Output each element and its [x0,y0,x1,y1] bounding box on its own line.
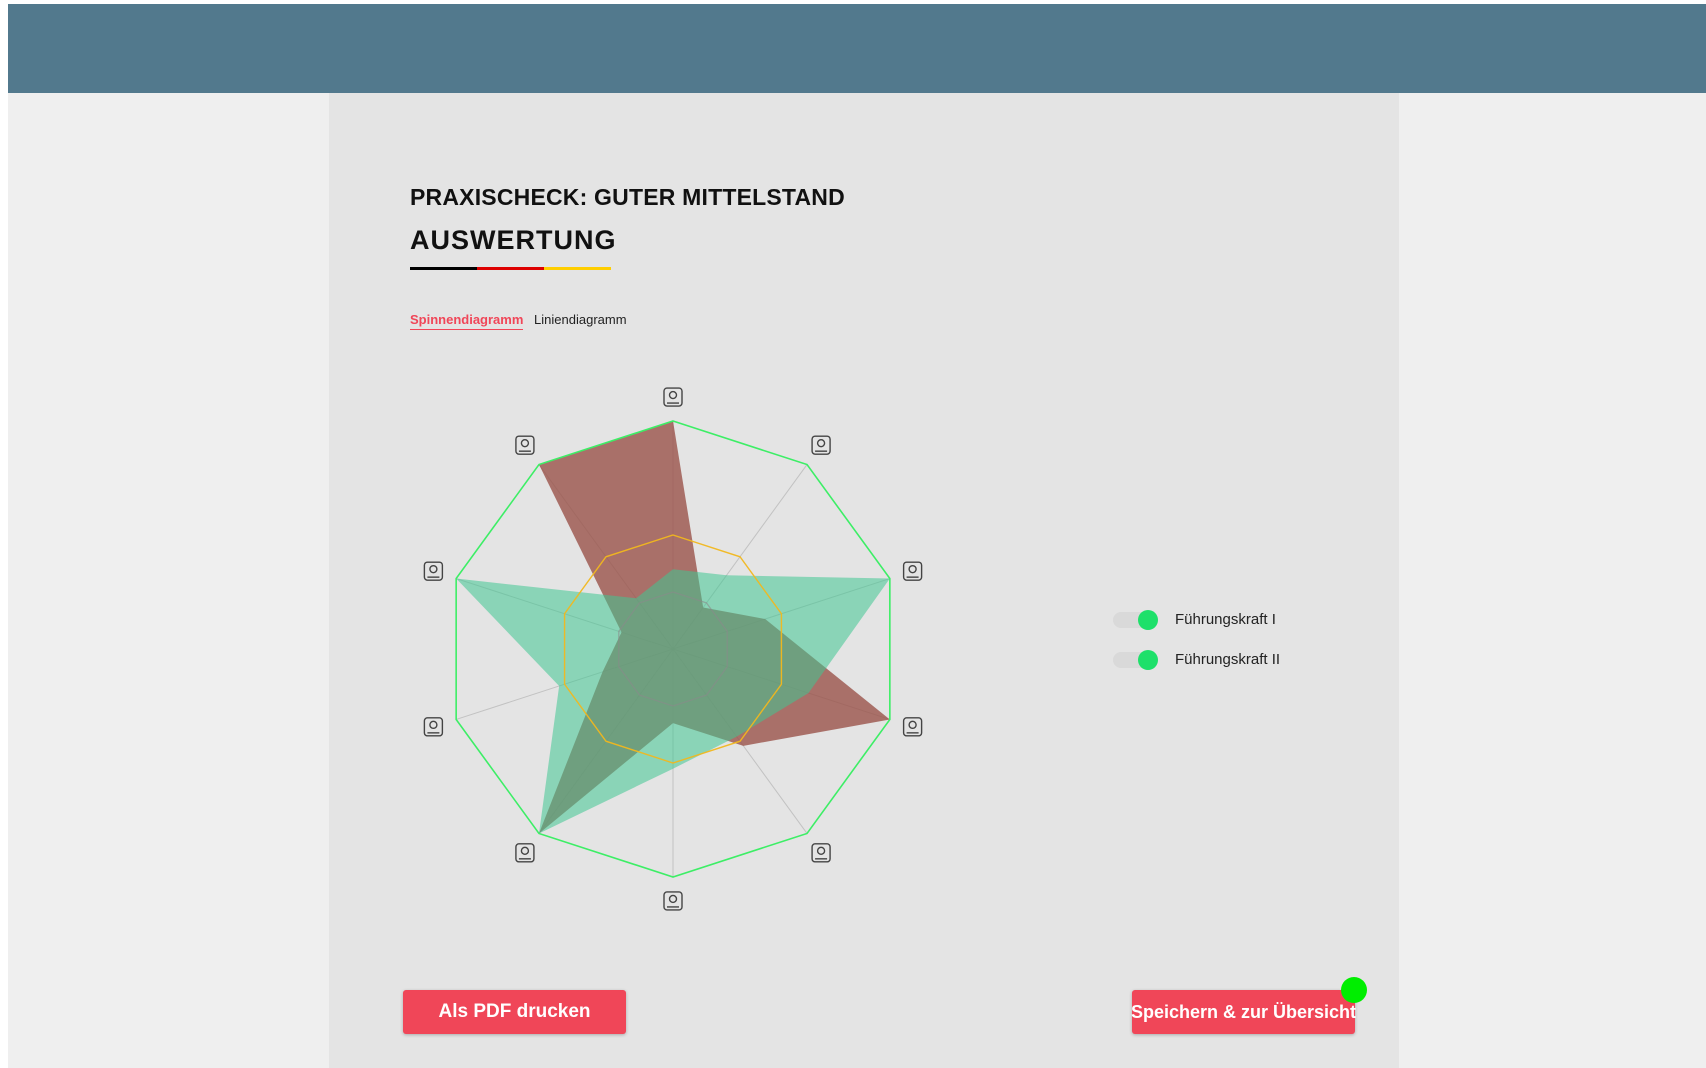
market-analysis-icon [811,843,831,863]
legend-item-fuehrungskraft-2: Führungskraft II [1113,649,1281,670]
growth-chart-icon [811,435,831,455]
toggle-fuehrungskraft-2[interactable] [1113,649,1158,670]
toggle-knob [1138,650,1158,670]
save-overview-button[interactable]: Speichern & zur Übersicht [1131,990,1356,1034]
app-frame: PRAXISCHECK: GUTER MITTELSTAND AUSWERTUN… [8,4,1706,1068]
legend-label: Führungskraft II [1175,650,1281,668]
legend-item-fuehrungskraft-1: Führungskraft I [1113,609,1276,630]
meeting-icon [515,435,535,455]
radar-chart [423,387,923,911]
main-panel: PRAXISCHECK: GUTER MITTELSTAND AUSWERTUN… [329,93,1399,1068]
toggle-knob [1138,610,1158,630]
team-structure-icon [902,717,923,737]
workforce-icon [515,843,535,863]
legend-label: Führungskraft I [1175,610,1276,628]
risk-management-icon [902,561,923,581]
print-pdf-button[interactable]: Als PDF drucken [403,990,626,1034]
strategy-icon [663,387,683,407]
resource-allocation-icon [423,717,444,737]
top-header-bar [8,4,1706,93]
company-location-icon [423,561,444,581]
toggle-fuehrungskraft-1[interactable] [1113,609,1158,630]
status-indicator-dot [1341,977,1367,1003]
consulting-icon [663,891,683,911]
